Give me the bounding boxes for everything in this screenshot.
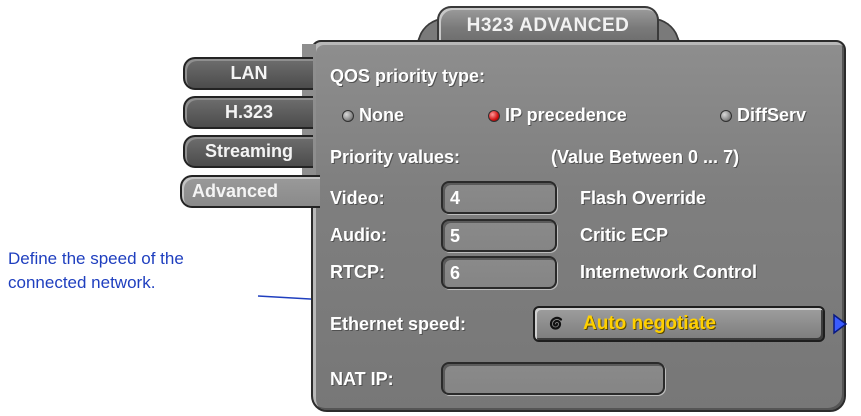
radio-none-label: None bbox=[359, 105, 404, 125]
ethernet-speed-dropdown[interactable]: Auto negotiate bbox=[533, 306, 825, 342]
radio-diffserv-indicator bbox=[720, 109, 732, 122]
rtcp-priority-meaning: Internetwork Control bbox=[580, 262, 758, 282]
tab-streaming[interactable]: Streaming bbox=[183, 135, 313, 168]
rtcp-label: RTCP: bbox=[330, 262, 385, 282]
audio-priority-input[interactable]: 5 bbox=[441, 219, 557, 252]
nat-ip-input[interactable] bbox=[441, 362, 665, 395]
audio-priority-meaning: Critic ECP bbox=[580, 225, 669, 245]
radio-diffserv[interactable]: DiffServ bbox=[720, 105, 806, 126]
rtcp-priority-input[interactable]: 6 bbox=[441, 256, 557, 289]
video-priority-meaning: Flash Override bbox=[580, 188, 707, 208]
callout-line-1: Define the speed of the bbox=[8, 249, 184, 268]
video-label: Video: bbox=[330, 188, 385, 208]
ethernet-speed-value: Auto negotiate bbox=[583, 313, 716, 334]
spiral-icon bbox=[541, 309, 571, 339]
nat-ip-label: NAT IP: bbox=[330, 369, 394, 389]
priority-heading: Priority values: bbox=[330, 147, 461, 167]
radio-diffserv-label: DiffServ bbox=[737, 105, 807, 125]
callout-text: Define the speed of the connected networ… bbox=[8, 247, 288, 295]
qos-heading: QOS priority type: bbox=[330, 66, 486, 86]
radio-ip-precedence[interactable]: IP precedence bbox=[488, 105, 627, 126]
tab-lan[interactable]: LAN bbox=[183, 57, 313, 90]
audio-label: Audio: bbox=[330, 225, 387, 245]
radio-ip-precedence-indicator bbox=[488, 109, 500, 122]
window-title: H323 ADVANCED bbox=[437, 6, 659, 44]
settings-panel bbox=[311, 40, 846, 412]
callout-line-2: connected network. bbox=[8, 273, 156, 292]
ethernet-speed-label: Ethernet speed: bbox=[330, 314, 467, 334]
priority-range-note: (Value Between 0 ... 7) bbox=[551, 147, 740, 167]
radio-ip-precedence-label: IP precedence bbox=[505, 105, 627, 125]
video-priority-input[interactable]: 4 bbox=[441, 181, 557, 214]
tab-advanced[interactable]: Advanced bbox=[180, 175, 320, 208]
chevron-right-icon[interactable] bbox=[832, 313, 848, 335]
radio-none[interactable]: None bbox=[342, 105, 404, 126]
radio-none-indicator bbox=[342, 109, 354, 122]
tab-h323[interactable]: H.323 bbox=[183, 96, 313, 129]
